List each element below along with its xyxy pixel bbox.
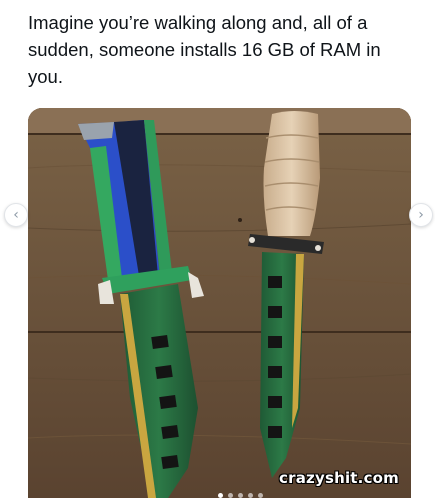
carousel-dot[interactable] xyxy=(228,493,233,498)
ram-knives-image xyxy=(28,108,411,498)
carousel-dot[interactable] xyxy=(218,493,223,498)
carousel-dot[interactable] xyxy=(248,493,253,498)
carousel-indicator xyxy=(218,493,263,498)
chevron-left-icon: ‹ xyxy=(13,207,19,223)
previous-image-button[interactable]: ‹ xyxy=(4,203,28,227)
carousel-dot[interactable] xyxy=(238,493,243,498)
post-text: Imagine you’re walking along and, all of… xyxy=(28,12,381,87)
carousel-dot[interactable] xyxy=(258,493,263,498)
watermark: crazyshit.com xyxy=(279,469,399,487)
post-photo[interactable]: crazyshit.com xyxy=(28,108,411,498)
chevron-right-icon: › xyxy=(418,207,424,223)
next-image-button[interactable]: › xyxy=(409,203,433,227)
